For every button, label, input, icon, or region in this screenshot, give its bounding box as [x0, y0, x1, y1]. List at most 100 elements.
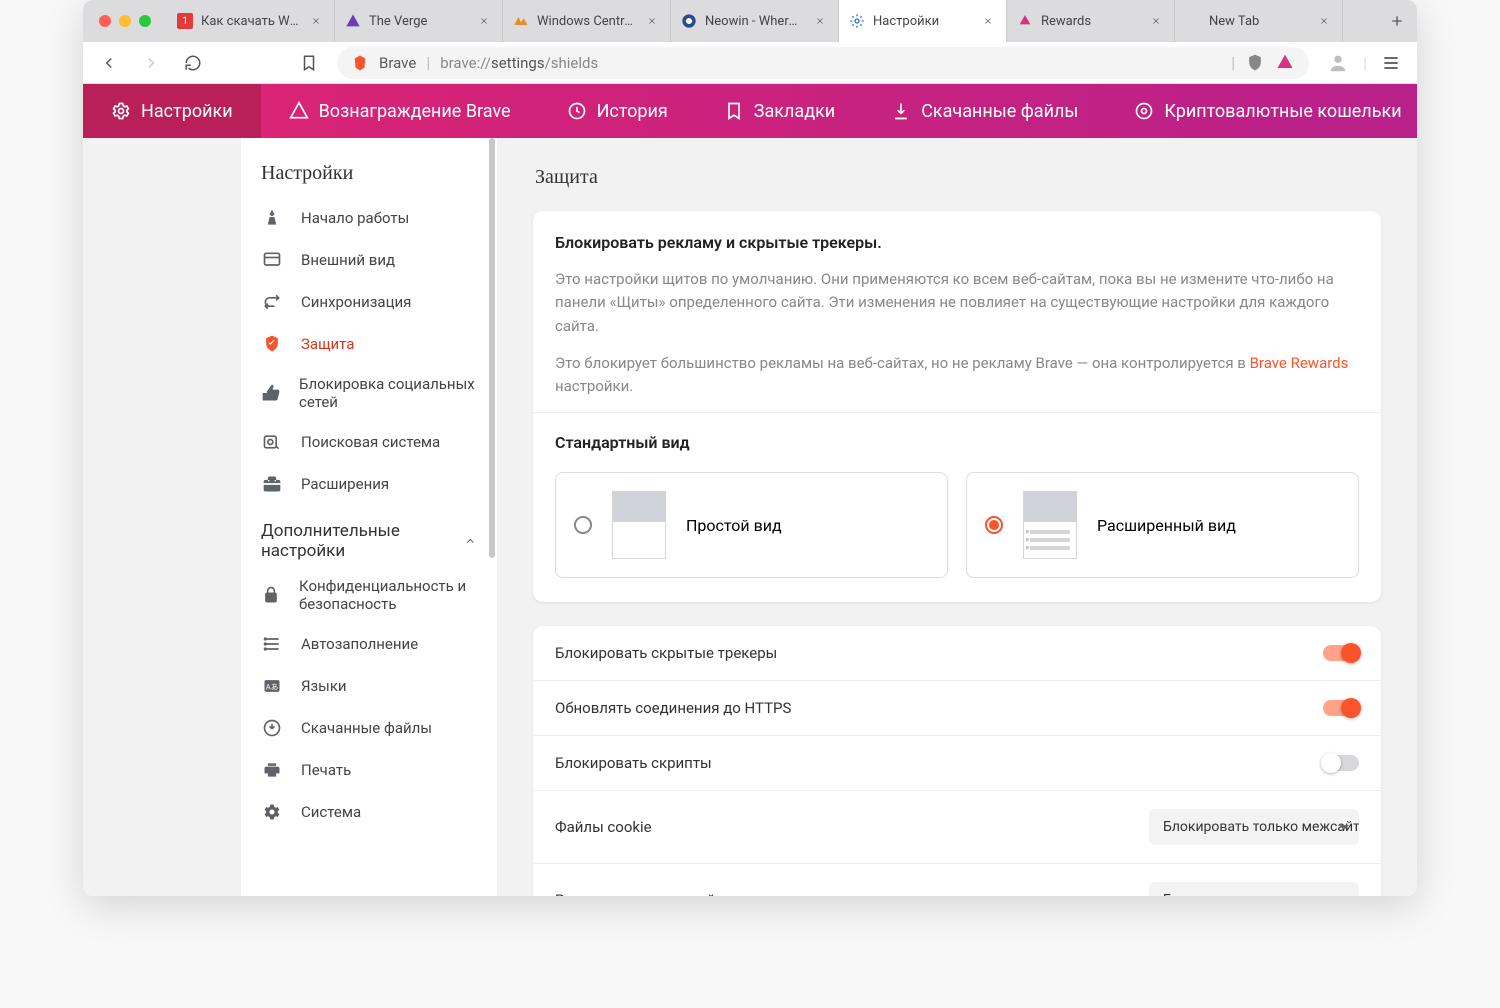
sidebar-item-icon — [261, 473, 283, 495]
advanced-view-option[interactable]: Расширенный вид — [966, 472, 1359, 578]
bookmark-button[interactable] — [295, 49, 323, 77]
tab-favicon — [1017, 13, 1033, 29]
browser-tab[interactable]: The Verge — [335, 0, 503, 42]
close-tab-button[interactable] — [476, 13, 492, 29]
sidebar-title: Настройки — [241, 162, 497, 197]
tab-title: New Tab — [1209, 14, 1308, 29]
radio-selected-icon — [985, 516, 1003, 534]
sidebar-item-icon — [261, 382, 281, 404]
close-tab-button[interactable] — [980, 13, 996, 29]
row-device-recognition: Распознавание устройства Блокировать тол… — [533, 863, 1381, 896]
toggle-block-trackers[interactable] — [1323, 645, 1359, 661]
select-device-recognition[interactable]: Блокировать только попытки — [1149, 882, 1359, 896]
sidebar-section-advanced[interactable]: Дополнительные настройки — [241, 505, 497, 567]
menu-button[interactable] — [1381, 53, 1401, 73]
new-tab-button[interactable] — [1377, 0, 1417, 42]
row-cookies: Файлы cookie Блокировать только межсайто… — [533, 790, 1381, 863]
omnibox-url: brave://settings/shields — [440, 54, 598, 72]
sidebar-item[interactable]: Aあ Языки — [241, 665, 497, 707]
sidebar-item-label: Внешний вид — [301, 251, 395, 269]
sidebar-item[interactable]: Блокировка социальных сетей — [241, 365, 497, 421]
simple-view-label: Простой вид — [686, 516, 782, 535]
topnav-downloads[interactable]: Скачанные файлы — [863, 84, 1106, 138]
sidebar-item[interactable]: Синхронизация — [241, 281, 497, 323]
close-tab-button[interactable] — [812, 13, 828, 29]
card-description-2: Это блокирует большинство рекламы на веб… — [555, 352, 1359, 399]
page-title: Защита — [535, 166, 1381, 189]
close-tab-button[interactable] — [644, 13, 660, 29]
topnav-settings[interactable]: Настройки — [83, 84, 261, 138]
window-controls — [83, 0, 167, 42]
sidebar-item-icon — [261, 207, 283, 229]
topnav-history[interactable]: История — [539, 84, 696, 138]
tabs-container: 1Как скачать Windows The Verge Windows Cen… — [167, 0, 1377, 42]
sidebar-item-label: Защита — [301, 335, 354, 353]
sidebar-item-label: Поисковая система — [301, 433, 440, 451]
browser-tab[interactable]: 1Как скачать Windows — [167, 0, 335, 42]
tab-title: The Verge — [369, 14, 468, 29]
close-window-button[interactable] — [99, 15, 111, 27]
brave-lion-icon — [351, 54, 369, 72]
sidebar-item[interactable]: Начало работы — [241, 197, 497, 239]
toggle-https-upgrade[interactable] — [1323, 700, 1359, 716]
sidebar-item-icon: Aあ — [261, 675, 283, 697]
sidebar-item[interactable]: Скачанные файлы — [241, 707, 497, 749]
sidebar-item-label: Автозаполнение — [301, 635, 418, 653]
sidebar-item-label: Расширения — [301, 475, 389, 493]
tab-title: Neowin - Where unf — [705, 14, 804, 29]
select-cookies[interactable]: Блокировать только межсайтовые — [1149, 809, 1359, 845]
sidebar-item[interactable]: Автозаполнение — [241, 623, 497, 665]
browser-tab[interactable]: Neowin - Where unf — [671, 0, 839, 42]
address-bar[interactable]: Brave | brave://settings/shields | — [337, 47, 1309, 79]
profile-icon[interactable] — [1327, 52, 1349, 74]
sidebar-item-label: Конфиденциальность и безопасность — [299, 577, 477, 613]
minimize-window-button[interactable] — [119, 15, 131, 27]
browser-tab[interactable]: Настройки — [839, 0, 1007, 42]
tab-favicon — [681, 13, 697, 29]
close-tab-button[interactable] — [1148, 13, 1164, 29]
sidebar-item-icon — [261, 633, 283, 655]
topnav-rewards[interactable]: Вознаграждение Brave — [261, 84, 539, 138]
simple-view-thumbnail — [612, 491, 666, 559]
sidebar-item[interactable]: Поисковая система — [241, 421, 497, 463]
top-nav-bar: Настройки Вознаграждение Brave История З… — [83, 84, 1417, 138]
settings-main: Защита Блокировать рекламу и скрытые тре… — [497, 138, 1417, 896]
sidebar-item-icon — [261, 717, 283, 739]
browser-tab[interactable]: New Tab — [1175, 0, 1343, 42]
sidebar-item[interactable]: Расширения — [241, 463, 497, 505]
row-block-scripts: Блокировать скрипты — [533, 735, 1381, 790]
sidebar-item[interactable]: Защита — [241, 323, 497, 365]
sidebar-item[interactable]: Печать — [241, 749, 497, 791]
browser-tab[interactable]: Windows Central - — [503, 0, 671, 42]
sidebar-item[interactable]: Конфиденциальность и безопасность — [241, 567, 497, 623]
brave-rewards-link[interactable]: Brave Rewards — [1250, 354, 1349, 372]
settings-rows-card: Блокировать скрытые трекеры Обновлять со… — [533, 626, 1381, 896]
sidebar-item-label: Языки — [301, 677, 347, 695]
simple-view-option[interactable]: Простой вид — [555, 472, 948, 578]
tab-title: Rewards — [1041, 14, 1140, 29]
row-https-upgrade: Обновлять соединения до HTTPS — [533, 680, 1381, 735]
shields-icon[interactable] — [1245, 53, 1265, 73]
card-title: Блокировать рекламу и скрытые трекеры. — [555, 233, 1359, 252]
reload-button[interactable] — [179, 49, 207, 77]
browser-tab[interactable]: Rewards — [1007, 0, 1175, 42]
toggle-block-scripts[interactable] — [1323, 755, 1359, 771]
rewards-icon[interactable] — [1275, 53, 1295, 73]
sidebar-item-label: Система — [301, 803, 361, 821]
sidebar-item-label: Синхронизация — [301, 293, 411, 311]
back-button[interactable] — [95, 49, 123, 77]
topnav-bookmarks[interactable]: Закладки — [696, 84, 863, 138]
tab-title: Настройки — [873, 14, 972, 29]
card-description-1: Это настройки щитов по умолчанию. Они пр… — [555, 268, 1359, 338]
sidebar-item[interactable]: Внешний вид — [241, 239, 497, 281]
forward-button[interactable] — [137, 49, 165, 77]
advanced-view-label: Расширенный вид — [1097, 516, 1236, 535]
sidebar-item-icon — [261, 249, 283, 271]
close-tab-button[interactable] — [308, 13, 324, 29]
scrollbar-thumb[interactable] — [489, 138, 495, 558]
topnav-wallets[interactable]: Криптовалютные кошельки — [1106, 84, 1417, 138]
sidebar-item[interactable]: Система — [241, 791, 497, 833]
close-tab-button[interactable] — [1316, 13, 1332, 29]
maximize-window-button[interactable] — [139, 15, 151, 27]
tab-title: Как скачать Windows — [201, 14, 300, 29]
